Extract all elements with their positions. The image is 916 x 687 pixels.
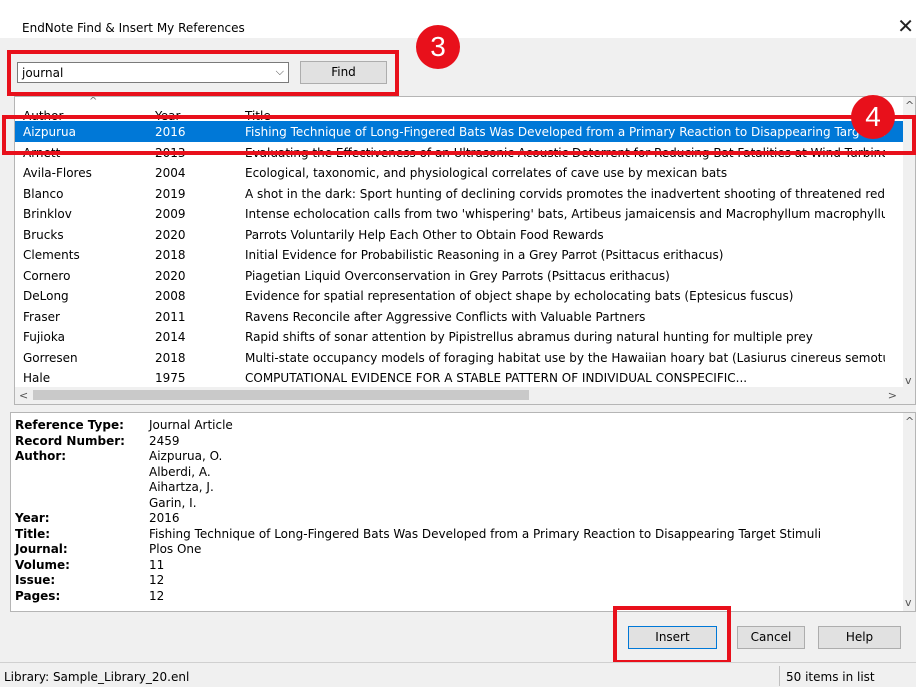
status-item-count: 50 items in list — [786, 670, 875, 684]
author-cell: Fraser — [23, 309, 60, 324]
table-row[interactable]: Blanco 2019 A shot in the dark: Sport hunt… — [15, 183, 915, 204]
help-button[interactable]: Help — [818, 626, 901, 649]
year-cell: 2008 — [155, 289, 186, 303]
author-cell: Clements — [23, 248, 80, 262]
annotation-box-selected-row — [2, 115, 916, 155]
table-row[interactable]: Brucks 2020 Parrots Voluntarily Help Each … — [15, 224, 915, 245]
author-cell: Blanco — [23, 186, 64, 201]
table-row[interactable]: DeLong 2008 Evidence for spatial represent… — [15, 285, 915, 306]
title-cell: Intense echolocation calls from two 'whi… — [245, 207, 885, 221]
author-cell: Avila-Flores — [23, 166, 92, 180]
detail-field-label: Reference Type: — [15, 418, 124, 432]
year-cell: 2014 — [155, 330, 186, 344]
annotation-badge-4: 4 — [851, 95, 895, 139]
detail-field-label: Year: — [15, 511, 50, 525]
title-cell: Evidence for spatial representation of o… — [245, 289, 794, 303]
reference-detail-panel: Reference Type: Journal Article Record Num… — [10, 412, 916, 612]
table-row[interactable]: Brinklov 2009 Intense echolocation calls f… — [15, 203, 915, 224]
author-cell: Fujioka — [23, 330, 65, 344]
close-icon[interactable]: ✕ — [897, 14, 914, 38]
detail-field-value: Aizpurua, O. — [149, 449, 223, 463]
scroll-left-icon[interactable]: < — [19, 389, 28, 402]
detail-field-label: Pages: — [15, 588, 61, 603]
detail-field-value: Journal Article — [149, 418, 233, 432]
year-cell: 2020 — [155, 268, 186, 283]
detail-scroll-up-icon[interactable]: ^ — [905, 415, 914, 428]
author-cell: Gorresen — [23, 350, 78, 365]
year-cell: 2004 — [155, 166, 186, 180]
detail-field-value: Aihartza, J. — [149, 480, 214, 494]
title-cell: Rapid shifts of sonar attention by Pipis… — [245, 330, 813, 344]
window-title: EndNote Find & Insert My References — [22, 21, 245, 35]
year-cell: 2019 — [155, 186, 186, 201]
title-cell: Parrots Voluntarily Help Each Other to O… — [245, 227, 604, 242]
status-bar: Library: Sample_Library_20.enl 50 items … — [0, 662, 916, 687]
detail-field-value: Garin, I. — [149, 495, 197, 510]
detail-field-value: 2459 — [149, 433, 180, 448]
list-rows: Aizpurua 2016 Fishing Technique of Long-Fi… — [15, 121, 915, 388]
detail-field-label: Volume: — [15, 557, 70, 572]
scroll-up-icon[interactable]: ^ — [905, 99, 914, 112]
scroll-right-icon[interactable]: > — [888, 389, 897, 402]
title-bar: EndNote Find & Insert My References ✕ — [0, 0, 916, 38]
detail-field-value: 12 — [149, 573, 165, 587]
year-cell: 2018 — [155, 248, 186, 262]
detail-field-value: Plos One — [149, 542, 202, 556]
title-cell: A shot in the dark: Sport hunting of dec… — [245, 186, 885, 201]
title-cell: Ecological, taxonomic, and physiological… — [245, 166, 728, 180]
detail-field-value: Alberdi, A. — [149, 464, 211, 479]
detail-field-label: Record Number: — [15, 433, 125, 448]
table-row[interactable]: Clements 2018 Initial Evidence for Probabi… — [15, 244, 915, 265]
year-cell: 1975 — [155, 371, 186, 385]
annotation-badge-3: 3 — [416, 25, 460, 69]
status-library: Library: Sample_Library_20.enl — [4, 670, 190, 684]
sort-ascending-icon: ^ — [89, 96, 98, 107]
detail-field-value: 11 — [149, 557, 165, 572]
author-cell: Brinklov — [23, 207, 72, 221]
table-row[interactable]: Cornero 2020 Piagetian Liquid Overconserva… — [15, 265, 915, 286]
scroll-down-icon[interactable]: v — [905, 374, 912, 387]
year-cell: 2020 — [155, 227, 186, 242]
author-cell: Brucks — [23, 227, 64, 242]
table-row[interactable]: Avila-Flores 2004 Ecological, taxonomic, a… — [15, 162, 915, 183]
title-cell: Multi-state occupancy models of foraging… — [245, 350, 885, 365]
table-row[interactable]: Hale 1975 COMPUTATIONAL EVIDENCE FOR A STA… — [15, 367, 915, 388]
author-cell: Hale — [23, 371, 51, 385]
table-row[interactable]: Fujioka 2014 Rapid shifts of sonar attenti… — [15, 326, 915, 347]
author-cell: DeLong — [23, 289, 69, 303]
detail-field-label: Title: — [15, 526, 51, 541]
detail-field-label: Journal: — [15, 542, 68, 556]
detail-scroll-down-icon[interactable]: v — [905, 596, 912, 609]
annotation-box-insert — [613, 606, 731, 664]
detail-field-label: Author: — [15, 449, 67, 463]
detail-scrollbar[interactable]: ^ v — [903, 413, 915, 611]
year-cell: 2018 — [155, 350, 186, 365]
annotation-box-search — [7, 50, 399, 96]
detail-field-value: 2016 — [149, 511, 180, 525]
horizontal-scroll-thumb[interactable] — [33, 390, 529, 400]
year-cell: 2009 — [155, 207, 186, 221]
detail-field-value: Fishing Technique of Long-Fingered Bats … — [149, 526, 822, 541]
status-divider — [779, 666, 780, 686]
title-cell: Ravens Reconcile after Aggressive Confli… — [245, 309, 646, 324]
title-cell: Piagetian Liquid Overconservation in Gre… — [245, 268, 670, 283]
table-row[interactable]: Fraser 2011 Ravens Reconcile after Aggress… — [15, 306, 915, 327]
table-row[interactable]: Gorresen 2018 Multi-state occupancy models… — [15, 347, 915, 368]
horizontal-scrollbar[interactable]: < > — [15, 387, 915, 404]
detail-field-label: Issue: — [15, 573, 56, 587]
cancel-button[interactable]: Cancel — [737, 626, 805, 649]
title-cell: Initial Evidence for Probabilistic Reaso… — [245, 248, 724, 262]
detail-field-value: 12 — [149, 588, 165, 603]
title-cell: COMPUTATIONAL EVIDENCE FOR A STABLE PATT… — [245, 371, 748, 385]
author-cell: Cornero — [23, 268, 71, 283]
year-cell: 2011 — [155, 309, 186, 324]
